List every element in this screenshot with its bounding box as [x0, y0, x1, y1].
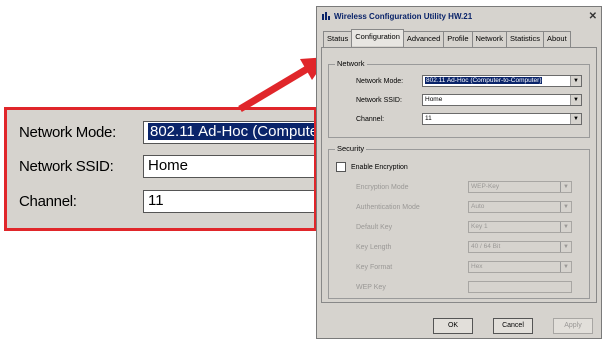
key-format-row: Key Format	[356, 261, 422, 273]
configuration-panel: Network Network Mode: 802.11 Ad-Hoc (Com…	[321, 47, 597, 303]
chevron-down-icon[interactable]: ▼	[560, 242, 571, 252]
dialog-title: Wireless Configuration Utility HW.21	[334, 11, 473, 21]
enable-encryption-label: Enable Encryption	[351, 163, 408, 171]
channel-row: Channel:	[356, 113, 422, 125]
authentication-mode-select[interactable]: Auto ▼	[468, 201, 572, 213]
chevron-down-icon[interactable]: ▼	[560, 202, 571, 212]
tab-network[interactable]: Network	[471, 31, 508, 48]
encryption-mode-value: WEP-Key	[471, 183, 500, 190]
network-mode-value: 802.11 Ad-Hoc (Computer-to-Computer)	[425, 77, 543, 84]
tab-about[interactable]: About	[543, 31, 571, 48]
network-mode-row: Network Mode:	[356, 75, 422, 87]
channel-label: Channel:	[356, 115, 385, 123]
default-key-value: Key 1	[471, 223, 488, 230]
channel-select[interactable]: 11 ▼	[422, 113, 582, 125]
wep-key-input[interactable]	[468, 281, 572, 293]
encryption-mode-row: Encryption Mode	[356, 181, 422, 193]
enable-encryption-checkbox[interactable]: Enable Encryption	[336, 162, 408, 172]
encryption-mode-label: Encryption Mode	[356, 183, 409, 191]
key-format-select[interactable]: Hex ▼	[468, 261, 572, 273]
tab-configuration[interactable]: Configuration	[351, 29, 404, 46]
config-dialog: Wireless Configuration Utility HW.21 ✕ S…	[316, 6, 602, 339]
encryption-mode-select[interactable]: WEP-Key ▼	[468, 181, 572, 193]
tab-strip: Status Configuration Advanced Profile Ne…	[323, 29, 571, 48]
chevron-down-icon[interactable]: ▼	[570, 76, 581, 86]
chevron-down-icon[interactable]: ▼	[560, 182, 571, 192]
network-mode-label: Network Mode:	[356, 77, 404, 85]
ssid-value: Home	[425, 96, 443, 103]
ssid-row: Network SSID:	[356, 94, 422, 106]
tab-advanced[interactable]: Advanced	[402, 31, 445, 48]
network-mode-select[interactable]: 802.11 Ad-Hoc (Computer-to-Computer) ▼	[422, 75, 582, 87]
wep-key-row: WEP Key	[356, 281, 422, 293]
wireless-app-icon	[322, 12, 330, 20]
default-key-row: Default Key	[356, 221, 422, 233]
cancel-button[interactable]: Cancel	[493, 318, 533, 334]
authentication-mode-label: Authentication Mode	[356, 203, 420, 211]
checkbox-icon[interactable]	[336, 162, 346, 172]
authentication-mode-row: Authentication Mode	[356, 201, 422, 213]
chevron-down-icon[interactable]: ▼	[570, 95, 581, 105]
key-format-label: Key Format	[356, 263, 393, 271]
title-bar: Wireless Configuration Utility HW.21 ✕	[317, 7, 601, 25]
close-icon[interactable]: ✕	[589, 11, 597, 22]
apply-button[interactable]: Apply	[553, 318, 593, 334]
default-key-select[interactable]: Key 1 ▼	[468, 221, 572, 233]
security-group-label: Security	[335, 144, 367, 153]
key-length-value: 40 / 64 Bit	[471, 243, 501, 250]
ssid-label: Network SSID:	[356, 96, 402, 104]
tab-profile[interactable]: Profile	[443, 31, 473, 48]
key-format-value: Hex	[471, 263, 483, 270]
channel-value: 11	[425, 115, 432, 122]
chevron-down-icon[interactable]: ▼	[560, 222, 571, 232]
tab-status[interactable]: Status	[323, 31, 353, 48]
chevron-down-icon[interactable]: ▼	[560, 262, 571, 272]
ok-button[interactable]: OK	[433, 318, 473, 334]
chevron-down-icon[interactable]: ▼	[570, 114, 581, 124]
tab-statistics[interactable]: Statistics	[506, 31, 545, 48]
network-group-label: Network	[335, 59, 367, 68]
key-length-row: Key Length	[356, 241, 422, 253]
authentication-mode-value: Auto	[471, 203, 485, 210]
wep-key-label: WEP Key	[356, 283, 386, 291]
default-key-label: Default Key	[356, 223, 393, 231]
arrow-shaft	[238, 62, 314, 113]
key-length-label: Key Length	[356, 243, 392, 251]
key-length-select[interactable]: 40 / 64 Bit ▼	[468, 241, 572, 253]
ssid-select[interactable]: Home ▼	[422, 94, 582, 106]
